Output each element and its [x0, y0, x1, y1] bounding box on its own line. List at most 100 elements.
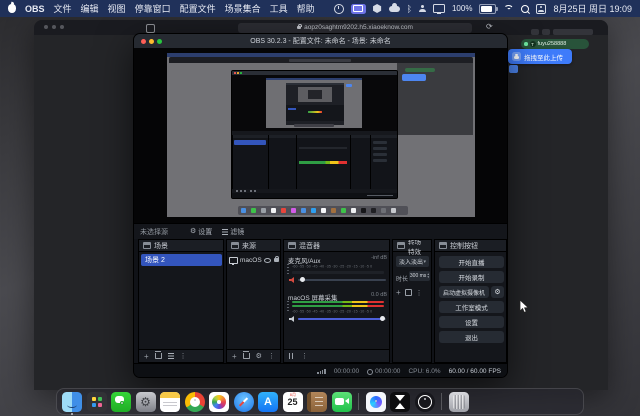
- menu-help[interactable]: 帮助: [297, 2, 315, 15]
- volume-meter: [292, 301, 384, 303]
- controls-panel-header[interactable]: 控制按钮: [435, 240, 506, 252]
- source-item[interactable]: macOS: [229, 254, 279, 266]
- user-silhouette-icon[interactable]: [419, 5, 426, 12]
- start-recording-button[interactable]: 开始录制: [439, 271, 504, 283]
- browser-zoom-button[interactable]: [60, 25, 64, 29]
- screen-recording-indicator[interactable]: [351, 4, 366, 14]
- drag-grip[interactable]: [287, 264, 289, 274]
- start-virtual-camera-button[interactable]: 启动虚拟摄像机: [439, 286, 489, 298]
- menubar-datetime[interactable]: 8月25日 周日 19:09: [553, 2, 632, 15]
- apple-icon[interactable]: [8, 4, 16, 13]
- menu-docks[interactable]: 停靠窗口: [135, 2, 171, 15]
- sources-panel-header[interactable]: 来源: [227, 240, 280, 252]
- advanced-audio-icon[interactable]: [289, 353, 295, 359]
- finder-icon[interactable]: [62, 392, 82, 412]
- safari-icon[interactable]: [234, 392, 254, 412]
- visibility-eye-icon[interactable]: [264, 258, 271, 263]
- scenes-more-button[interactable]: ⋮: [180, 352, 187, 360]
- stepper-arrows-icon[interactable]: ▴▾: [427, 273, 429, 279]
- obs-dock-icon[interactable]: [415, 392, 435, 412]
- volume-meter: [292, 271, 384, 274]
- tab-overview-icon[interactable]: [146, 24, 155, 33]
- fast-user-switch-icon[interactable]: [536, 4, 546, 14]
- mute-speaker-icon[interactable]: [289, 277, 295, 283]
- capcut-icon[interactable]: [390, 392, 410, 412]
- studio-mode-button[interactable]: 工作室模式: [439, 301, 504, 313]
- browser-minimize-button[interactable]: [52, 25, 56, 29]
- start-streaming-button[interactable]: 开始直播: [439, 256, 504, 268]
- add-transition-button[interactable]: +: [396, 288, 401, 297]
- menu-edit[interactable]: 编辑: [81, 2, 99, 15]
- launchpad-icon[interactable]: [87, 392, 107, 412]
- contacts-icon[interactable]: [307, 392, 327, 412]
- chevron-down-icon: ▾: [423, 259, 426, 265]
- trash-icon[interactable]: [449, 392, 469, 412]
- menu-app-name[interactable]: OBS: [25, 4, 45, 14]
- drag-grip[interactable]: [287, 301, 289, 311]
- volume-slider[interactable]: [298, 279, 386, 281]
- menu-scene-collection[interactable]: 场景集合: [225, 2, 261, 15]
- volume-slider-row: [289, 315, 386, 323]
- scenes-panel-header[interactable]: 场景: [139, 240, 223, 252]
- exit-button[interactable]: 退出: [439, 331, 504, 343]
- connection-bars-icon: [317, 369, 326, 374]
- tencent-meeting-icon[interactable]: [366, 392, 386, 412]
- scene-filters-button[interactable]: [168, 353, 174, 359]
- panel-icon: [439, 242, 447, 249]
- transition-select[interactable]: 淡入淡出 ▾: [396, 256, 429, 267]
- system-settings-icon[interactable]: ⚙: [136, 392, 156, 412]
- obs-titlebar[interactable]: OBS 30.2.3 - 配置文件: 未命名 - 场景: 未命名: [134, 34, 507, 48]
- notes-icon[interactable]: [160, 392, 180, 412]
- menu-view[interactable]: 视图: [108, 2, 126, 15]
- upload-button-label: 拖拽至此上传: [524, 52, 563, 62]
- remove-source-button[interactable]: [243, 353, 250, 359]
- remove-scene-button[interactable]: [155, 353, 162, 359]
- db-scale: -60 -55 -50 -45 -40 -35 -30 -25 -20 -15 …: [292, 265, 388, 269]
- photos-icon[interactable]: [209, 392, 229, 412]
- lock-icon[interactable]: [274, 258, 279, 262]
- mixer-panel-header[interactable]: 混音器: [284, 240, 389, 252]
- source-filters-button[interactable]: 滤镜: [222, 227, 244, 237]
- browser-close-button[interactable]: [44, 25, 48, 29]
- wechat-icon[interactable]: [111, 392, 131, 412]
- captured-screen-level1: [167, 53, 475, 217]
- mixer-more-button[interactable]: ⋮: [301, 352, 308, 360]
- calendar-icon[interactable]: 8月 25: [283, 392, 303, 412]
- hexagon-icon[interactable]: [373, 4, 382, 13]
- menu-profile[interactable]: 配置文件: [180, 2, 216, 15]
- menu-tools[interactable]: 工具: [270, 2, 288, 15]
- volume-slider[interactable]: [298, 318, 386, 320]
- upload-cloud-icon: [512, 52, 521, 61]
- sources-more-button[interactable]: ⋮: [268, 352, 275, 360]
- settings-button[interactable]: 设置: [439, 316, 504, 328]
- menu-file[interactable]: 文件: [54, 2, 72, 15]
- clock-icon[interactable]: [334, 4, 344, 14]
- add-scene-button[interactable]: +: [144, 352, 149, 361]
- transition-properties-button[interactable]: ⋮: [416, 289, 423, 297]
- source-settings-button[interactable]: ⚙: [256, 353, 262, 360]
- calendar-month: 8月: [289, 392, 295, 397]
- facetime-icon[interactable]: [332, 392, 352, 412]
- search-icon[interactable]: [521, 5, 529, 13]
- remove-transition-button[interactable]: [405, 289, 412, 296]
- transitions-panel-header[interactable]: 转场特效: [393, 240, 431, 252]
- chrome-icon[interactable]: [185, 392, 205, 412]
- upload-button[interactable]: 拖拽至此上传: [508, 49, 572, 64]
- duration-stepper[interactable]: 300 ms ▴▾: [409, 271, 430, 281]
- wifi-icon[interactable]: [503, 5, 514, 13]
- display-icon[interactable]: [433, 4, 445, 13]
- address-bar[interactable]: aopz0saghtm9202.h5.xiaoeknow.com: [238, 23, 472, 33]
- app-store-icon[interactable]: A: [258, 392, 278, 412]
- controls-panel: 控制按钮 开始直播 开始录制 启动虚拟摄像机 ⚙ 工作室模式 设置 退出: [434, 239, 507, 363]
- virtual-camera-settings-button[interactable]: ⚙: [491, 286, 504, 298]
- calendar-day: 25: [287, 398, 297, 407]
- source-properties-button[interactable]: ⚙ 设置: [190, 227, 212, 237]
- cloud-icon[interactable]: [389, 6, 400, 12]
- battery-icon[interactable]: [479, 4, 496, 14]
- speaker-icon[interactable]: [289, 316, 295, 322]
- scene-item-selected[interactable]: 场景 2: [141, 254, 222, 266]
- add-source-button[interactable]: +: [232, 352, 237, 361]
- preview-canvas[interactable]: [134, 48, 508, 223]
- reload-icon[interactable]: ⟳: [486, 22, 493, 31]
- bluetooth-icon[interactable]: ᛒ: [407, 4, 412, 14]
